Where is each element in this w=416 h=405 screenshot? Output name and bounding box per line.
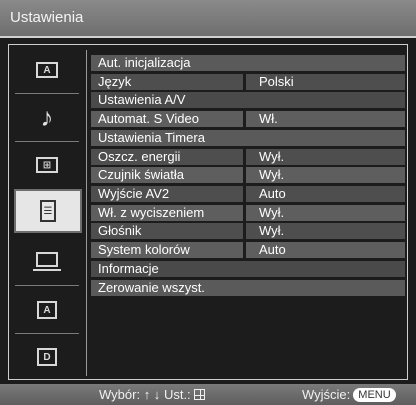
- sidebar-item-analog-tv[interactable]: A: [9, 290, 85, 330]
- sidebar-divider: [15, 333, 79, 334]
- menu-item-system-kolorow[interactable]: System kolorów Auto: [91, 242, 405, 258]
- menu-item-value: Auto: [259, 242, 286, 257]
- menu-item-oszcz-energii[interactable]: Oszcz. energii Wył.: [91, 149, 405, 165]
- sidebar-divider: [15, 285, 79, 286]
- menu-item-label: Ustawienia A/V: [98, 92, 186, 107]
- sidebar-item-sound[interactable]: ♪: [9, 97, 85, 137]
- menu-item-label: Zerowanie wszyst.: [98, 280, 205, 295]
- category-sidebar: A ♪ ⊞ ☰ A D: [9, 45, 85, 379]
- menu-item-label: Język: [98, 74, 132, 89]
- menu-item-value: Wł.: [259, 111, 278, 126]
- menu-item-label: Czujnik światła: [98, 167, 184, 182]
- settings-list-icon: ☰: [40, 200, 56, 222]
- menu-item-value: Auto: [259, 186, 286, 201]
- menu-item-label: Wyjście AV2: [98, 186, 170, 201]
- up-down-arrows-icon: ↑ ↓: [143, 387, 161, 402]
- navigation-hint: Wybór: ↑ ↓ Ust.:: [99, 387, 205, 402]
- page-title: Ustawienia: [10, 9, 84, 26]
- menu-item-value: Wył.: [259, 167, 285, 182]
- menu-item-aut-inicjalizacja[interactable]: Aut. inicjalizacja: [91, 55, 405, 71]
- set-hint-label: Ust.:: [163, 387, 191, 402]
- sidebar-divider: [15, 93, 79, 94]
- menu-item-wyjscie-av2[interactable]: Wyjście AV2 Auto: [91, 186, 405, 202]
- menu-item-jezyk[interactable]: Język Polski: [91, 74, 405, 90]
- menu-item-automat-s-video[interactable]: Automat. S Video Wł.: [91, 111, 405, 127]
- menu-item-label: Głośnik: [98, 223, 142, 238]
- menu-item-value: Wył.: [259, 149, 285, 164]
- screen-icon: ⊞: [36, 157, 58, 173]
- help-bar: Wybór: ↑ ↓ Ust.: Wyjście: MENU: [0, 384, 416, 405]
- menu-item-ustawienia-timera[interactable]: Ustawienia Timera: [91, 130, 405, 146]
- exit-hint: Wyjście: MENU: [302, 387, 396, 402]
- picture-icon: A: [36, 62, 58, 78]
- menu-item-value: Polski: [259, 74, 294, 89]
- sidebar-item-settings[interactable]: ☰: [14, 189, 82, 233]
- menu-item-wl-z-wyciszeniem[interactable]: Wł. z wyciszeniem Wył.: [91, 205, 405, 221]
- music-note-icon: ♪: [40, 102, 54, 132]
- select-hint-label: Wybór:: [99, 387, 141, 402]
- sidebar-divider-line: [86, 50, 87, 376]
- menu-item-label: Wł. z wyciszeniem: [98, 205, 205, 220]
- menu-item-label: Automat. S Video: [98, 111, 199, 126]
- digital-tv-icon: D: [37, 348, 57, 366]
- analog-tv-icon: A: [37, 301, 57, 319]
- menu-item-label: System kolorów: [98, 242, 190, 257]
- menu-item-zerowanie-wszyst[interactable]: Zerowanie wszyst.: [91, 280, 405, 296]
- exit-hint-label: Wyjście:: [302, 387, 351, 402]
- sidebar-item-screen[interactable]: ⊞: [9, 145, 85, 185]
- title-bar: Ustawienia: [0, 0, 416, 38]
- menu-item-value: Wył.: [259, 223, 285, 238]
- menu-button-icon: MENU: [353, 388, 396, 402]
- menu-item-value: Wył.: [259, 205, 285, 220]
- tv-settings-screen: Ustawienia A ♪ ⊞ ☰ A D Aut. inicjalizacj…: [0, 0, 416, 405]
- menu-item-label: Aut. inicjalizacja: [98, 55, 191, 70]
- menu-item-label: Oszcz. energii: [98, 149, 181, 164]
- menu-item-ustawienia-av[interactable]: Ustawienia A/V: [91, 92, 405, 108]
- menu-item-label: Ustawienia Timera: [98, 130, 205, 145]
- sidebar-item-picture[interactable]: A: [9, 50, 85, 90]
- menu-item-czujnik-swiatla[interactable]: Czujnik światła Wył.: [91, 167, 405, 183]
- enter-button-icon: [193, 389, 205, 400]
- menu-item-glosnik[interactable]: Głośnik Wył.: [91, 223, 405, 239]
- pc-icon: [33, 251, 61, 271]
- menu-item-informacje[interactable]: Informacje: [91, 261, 405, 277]
- sidebar-item-pc[interactable]: [9, 241, 85, 281]
- sidebar-divider: [15, 141, 79, 142]
- sidebar-item-digital-tv[interactable]: D: [9, 337, 85, 377]
- menu-item-label: Informacje: [98, 261, 159, 276]
